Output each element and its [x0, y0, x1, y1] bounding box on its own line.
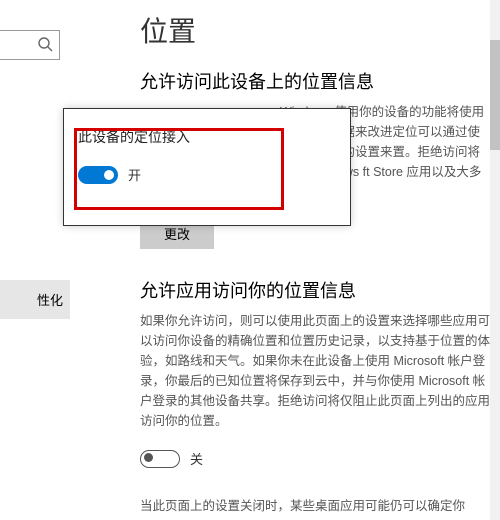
app-location-toggle[interactable]: 关: [140, 449, 203, 468]
footer-note: 当此页面上的设置关闭时，某些桌面应用可能仍可以确定你: [140, 496, 490, 516]
toggle-label: 关: [190, 449, 203, 468]
main-content: 位置 允许访问此设备上的位置信息 Windows 使用你的设备的功能将使用你的位…: [140, 10, 490, 471]
popup-heading: 此设备的定位接入: [78, 127, 336, 147]
toggle-track-icon: [78, 166, 118, 184]
vertical-scrollbar[interactable]: [490, 0, 500, 520]
scrollbar-thumb[interactable]: [490, 40, 500, 150]
section-heading-app-location: 允许应用访问你的位置信息: [140, 277, 490, 303]
settings-sidebar: 性化: [0, 0, 70, 520]
sidebar-item-personalization[interactable]: 性化: [0, 280, 70, 319]
section-heading-device-location: 允许访问此设备上的位置信息: [140, 68, 490, 94]
device-location-toggle[interactable]: 开: [78, 165, 141, 184]
search-icon: [37, 36, 53, 52]
toggle-track-icon: [140, 450, 180, 468]
section2-description: 如果你允许访问，则可以使用此页面上的设置来选择哪些应用可以访问你设备的精确位置和…: [140, 311, 490, 431]
toggle-label: 开: [128, 165, 141, 184]
device-location-popup: 此设备的定位接入 开: [63, 108, 351, 226]
search-input-wrap[interactable]: [0, 30, 60, 60]
page-title: 位置: [140, 10, 490, 50]
